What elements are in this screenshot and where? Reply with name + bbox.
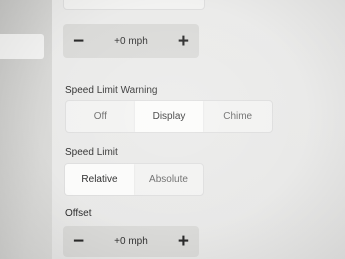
stepper-value: +0 mph (114, 35, 148, 47)
speed-limit-label: Speed Limit (65, 147, 118, 158)
decrement-button[interactable]: − (73, 32, 84, 51)
option-relative[interactable]: Relative (65, 164, 134, 195)
speed-limit-segmented-control: Relative Absolute (64, 163, 204, 196)
increment-button[interactable]: + (178, 232, 189, 251)
decrement-button[interactable]: − (73, 232, 84, 251)
option-chime[interactable]: Chime (203, 101, 272, 132)
speed-offset-stepper-top: − +0 mph + (63, 24, 199, 58)
sidebar-tab[interactable] (0, 34, 44, 59)
offset-value: +0 mph (114, 236, 148, 247)
top-control-box (63, 0, 205, 10)
option-display[interactable]: Display (134, 101, 204, 132)
option-absolute[interactable]: Absolute (134, 164, 203, 195)
option-off[interactable]: Off (66, 101, 135, 132)
speed-limit-warning-segmented-control: Off Display Chime (65, 100, 273, 133)
offset-stepper: − +0 mph + (63, 226, 199, 257)
offset-label: Offset (65, 208, 92, 219)
speed-limit-warning-label: Speed Limit Warning (65, 85, 158, 96)
increment-button[interactable]: + (178, 32, 189, 51)
